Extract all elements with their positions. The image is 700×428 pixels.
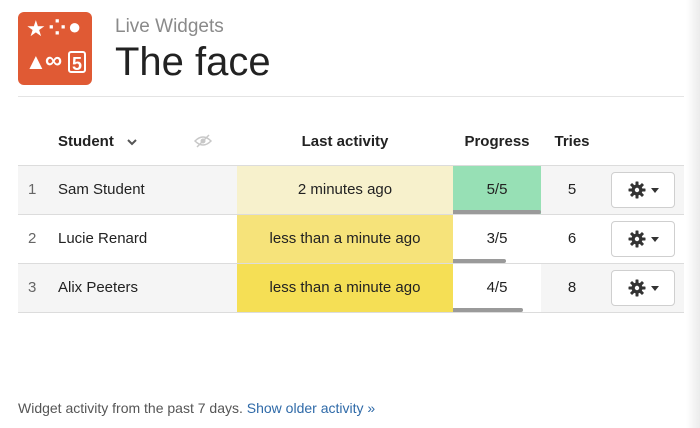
gear-icon xyxy=(628,279,645,297)
hidden-eye-icon[interactable] xyxy=(193,134,213,152)
student-name: Sam Student xyxy=(58,181,145,198)
circle-icon: ● xyxy=(68,14,82,39)
progress-column-header: Progress xyxy=(464,133,530,150)
student-name: Alix Peeters xyxy=(58,279,139,296)
tries-cell: 6 xyxy=(567,230,577,247)
student-column-header[interactable]: Student xyxy=(58,133,138,150)
row-actions-button[interactable] xyxy=(611,270,675,306)
header: ★ ⁘ ● ▲ ∞ 5 Live Widgets The face xyxy=(18,12,271,85)
row-number: 3 xyxy=(28,279,37,296)
caret-down-icon xyxy=(650,236,659,242)
page: ★ ⁘ ● ▲ ∞ 5 Live Widgets The face Studen… xyxy=(0,0,700,428)
row-actions-button[interactable] xyxy=(611,221,675,257)
progress-cell: 5/5 xyxy=(453,166,541,214)
tries-cell: 8 xyxy=(567,279,577,296)
triangle-icon: ▲ xyxy=(25,49,47,74)
progress-value: 3/5 xyxy=(486,230,508,247)
student-column-label: Student xyxy=(58,133,114,150)
footer-text: Widget activity from the past 7 days. xyxy=(18,400,243,416)
tries-column-header: Tries xyxy=(554,133,590,150)
last-activity-cell: less than a minute ago xyxy=(237,264,453,312)
dots-icon: ⁘ xyxy=(48,15,67,40)
gear-icon xyxy=(628,230,645,248)
student-table: Student Last activity Progress Tries 1 S… xyxy=(18,118,684,313)
gear-icon xyxy=(628,181,645,199)
show-older-activity-link[interactable]: Show older activity » xyxy=(247,400,375,416)
progress-bar xyxy=(453,308,524,312)
row-number: 1 xyxy=(28,181,37,198)
last-activity-cell: 2 minutes ago xyxy=(237,166,453,214)
table-row: 1 Sam Student 2 minutes ago 5/5 5 xyxy=(18,165,684,214)
infinity-icon: ∞ xyxy=(45,47,63,74)
five-icon: 5 xyxy=(68,51,86,74)
chevron-down-icon[interactable] xyxy=(126,137,138,147)
title-wrap: Live Widgets The face xyxy=(115,12,271,85)
row-actions-button[interactable] xyxy=(611,172,675,208)
progress-cell: 3/5 xyxy=(453,215,541,263)
caret-down-icon xyxy=(650,187,659,193)
row-number: 2 xyxy=(28,230,37,247)
progress-value: 4/5 xyxy=(486,279,508,296)
last-activity-cell: less than a minute ago xyxy=(237,215,453,263)
progress-value: 5/5 xyxy=(486,181,508,198)
app-name: Live Widgets xyxy=(115,16,224,37)
student-name: Lucie Renard xyxy=(58,230,148,247)
tries-cell: 5 xyxy=(567,181,577,198)
table-row: 3 Alix Peeters less than a minute ago 4/… xyxy=(18,263,684,313)
last-activity-column-header: Last activity xyxy=(301,133,389,150)
edge-shadow xyxy=(686,0,700,428)
star-icon: ★ xyxy=(26,16,46,41)
table-header: Student Last activity Progress Tries xyxy=(18,118,684,165)
header-divider xyxy=(18,96,684,97)
caret-down-icon xyxy=(650,285,659,291)
footer: Widget activity from the past 7 days. Sh… xyxy=(18,400,375,416)
page-title: The face xyxy=(115,40,271,84)
table-row: 2 Lucie Renard less than a minute ago 3/… xyxy=(18,214,684,263)
progress-cell: 4/5 xyxy=(453,264,541,312)
app-icon: ★ ⁘ ● ▲ ∞ 5 xyxy=(18,12,92,85)
